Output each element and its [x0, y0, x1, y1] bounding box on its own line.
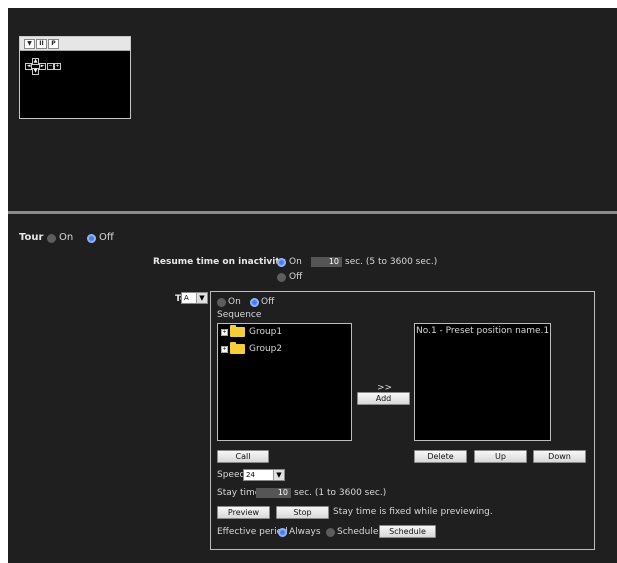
tour-on-radio[interactable]	[47, 234, 56, 243]
speed-select[interactable]: 24 ▼	[243, 469, 285, 481]
schedule-button[interactable]: Schedule	[379, 525, 436, 538]
pan-right-icon[interactable]: ►	[39, 63, 46, 70]
resume-off-radio[interactable]	[277, 273, 286, 282]
stay-time-label: Stay time	[217, 488, 261, 498]
viewer-toolbar: ▼ II P	[20, 37, 130, 51]
add-button[interactable]: Add	[357, 392, 410, 405]
group-name: Group2	[249, 344, 283, 354]
delete-button[interactable]: Delete	[414, 450, 467, 463]
tour-off-radio[interactable]	[87, 234, 96, 243]
zoom-out-icon[interactable]: −	[47, 63, 54, 70]
panel-off-label: Off	[261, 297, 275, 307]
camera-viewer[interactable]: ▼ II P ◄ ▲ ▼ ► − +	[19, 36, 131, 119]
always-radio[interactable]	[278, 528, 287, 537]
sequence-list[interactable]: No.1 - Preset position name.1	[414, 323, 551, 441]
preset-button[interactable]: P	[48, 39, 59, 49]
chevron-down-icon: ▼	[196, 293, 207, 303]
chevron-down-icon: ▼	[273, 470, 284, 480]
sequence-label: Sequence	[217, 310, 262, 320]
stay-time-hint: sec. (1 to 3600 sec.)	[294, 488, 387, 498]
pause-icon[interactable]: II	[36, 39, 47, 49]
expand-icon[interactable]: +	[221, 346, 228, 353]
speed-label: Speed	[217, 470, 246, 480]
panel-on-label: On	[228, 297, 241, 307]
ptz-control[interactable]: ◄ ▲ ▼ ► − +	[25, 58, 65, 75]
zoom-in-icon[interactable]: +	[54, 63, 61, 70]
list-item[interactable]: No.1 - Preset position name.1	[416, 325, 549, 337]
resume-on-label: On	[289, 257, 302, 267]
tilt-down-icon[interactable]: ▼	[32, 68, 39, 75]
panel-on-radio[interactable]	[217, 298, 226, 307]
folder-icon	[230, 342, 245, 354]
resume-time-label: Resume time on inactivity	[153, 257, 286, 267]
resume-hint: sec. (5 to 3600 sec.)	[345, 257, 438, 267]
schedule-radio[interactable]	[326, 528, 335, 537]
always-label: Always	[289, 527, 321, 537]
tour-select[interactable]: A ▼	[181, 292, 208, 304]
group-name: Group1	[249, 327, 283, 337]
folder-icon	[230, 325, 245, 337]
resume-on-radio[interactable]	[277, 258, 286, 267]
tour-off-label: Off	[99, 232, 114, 243]
list-item[interactable]: + Group1	[218, 324, 351, 340]
pan-left-icon[interactable]: ◄	[25, 63, 32, 70]
tour-label: Tour	[19, 232, 44, 243]
call-button[interactable]: Call	[217, 450, 269, 463]
preset-group-list[interactable]: + Group1 + Group2	[217, 323, 352, 441]
preview-note: Stay time is fixed while previewing.	[333, 507, 493, 517]
resume-seconds-input[interactable]: 10	[311, 257, 342, 267]
resume-off-label: Off	[289, 272, 303, 282]
tilt-up-icon[interactable]: ▲	[32, 58, 39, 65]
down-button[interactable]: Down	[533, 450, 586, 463]
expand-icon[interactable]: +	[221, 329, 228, 336]
list-item[interactable]: + Group2	[218, 341, 351, 357]
up-button[interactable]: Up	[474, 450, 527, 463]
stop-button[interactable]: Stop	[276, 506, 329, 519]
tour-select-value: A	[184, 294, 189, 302]
menu-dropdown-icon[interactable]: ▼	[24, 39, 35, 49]
panel-off-radio[interactable]	[250, 298, 259, 307]
stay-time-input[interactable]: 10	[256, 488, 291, 498]
tour-on-label: On	[59, 232, 74, 243]
schedule-label: Schedule	[337, 527, 379, 537]
preview-button[interactable]: Preview	[217, 506, 270, 519]
speed-value: 24	[246, 471, 255, 479]
